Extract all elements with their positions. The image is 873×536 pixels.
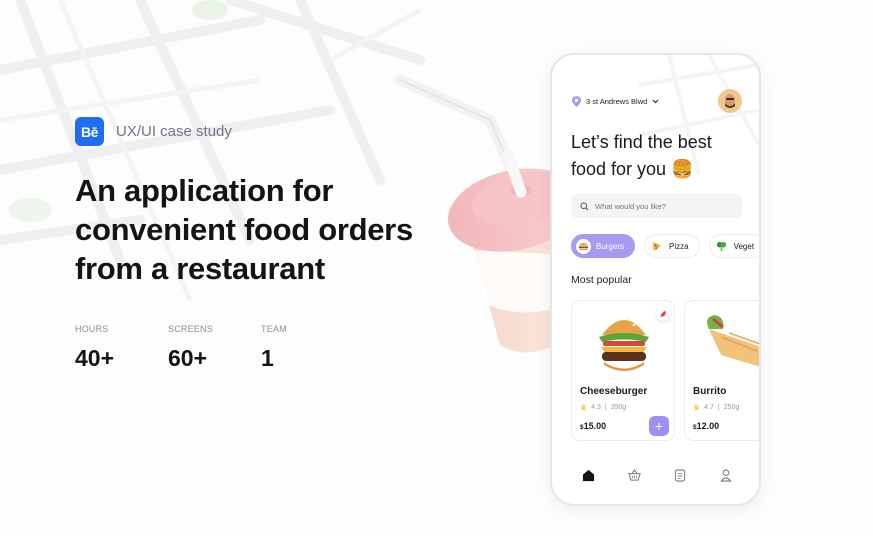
food-card-cheeseburger[interactable]: Cheeseburger ♛ 4.3 | 390g $15.00 +	[571, 300, 675, 441]
chip-label: Veget	[733, 241, 755, 251]
avatar[interactable]	[718, 89, 742, 113]
chip-label: Burgers	[596, 241, 625, 251]
stat-value: 60+	[168, 345, 208, 371]
burrito-image	[707, 315, 759, 367]
location-pin-icon	[572, 96, 581, 107]
stat-value: 1	[261, 345, 274, 371]
stat-label: HOURS	[75, 324, 109, 334]
meta-divider: |	[604, 404, 607, 411]
food-name: Cheeseburger	[580, 386, 648, 397]
nav-orders[interactable]	[672, 467, 688, 483]
phone-mockup: 3 st Andrews Blwd Let’s find the best fo…	[550, 53, 761, 506]
crown-icon: ♛	[693, 403, 701, 412]
stat-hours: HOURS 40+	[75, 324, 168, 372]
plus-icon: +	[654, 418, 664, 434]
food-price: $15.00	[580, 421, 606, 431]
chip-pizza[interactable]: Pizza	[644, 234, 700, 258]
search-icon	[580, 201, 589, 210]
location-label: 3 st Andrews Blwd	[586, 97, 648, 106]
food-name: Burrito	[693, 386, 727, 397]
user-avatar-icon	[718, 89, 742, 113]
burger-icon	[576, 238, 591, 254]
food-card-burrito[interactable]: Burrito ♛ 4.7 | 250g $12.00	[684, 300, 759, 441]
search-input[interactable]	[595, 201, 725, 211]
price-value: 15.00	[583, 421, 607, 431]
greeting-line-2: food for you 🍔	[571, 159, 694, 179]
section-title: Most popular	[571, 274, 632, 286]
stat-screens: SCREENS 60+	[168, 324, 261, 372]
chip-vegetables[interactable]: Veget	[708, 234, 759, 258]
orders-icon	[675, 468, 686, 482]
nav-basket[interactable]	[627, 467, 643, 483]
bottom-nav	[552, 460, 759, 490]
food-rating: 4.3	[591, 404, 601, 411]
search-bar[interactable]	[571, 194, 742, 218]
chip-burgers[interactable]: Burgers	[571, 234, 636, 258]
stat-team: TEAM 1	[261, 324, 354, 372]
profile-icon	[720, 468, 732, 482]
chevron-down-icon	[652, 99, 659, 104]
meta-divider: |	[717, 404, 720, 411]
basket-icon	[628, 468, 641, 481]
category-chips: Burgers Pizza Veget	[571, 234, 759, 258]
nav-home[interactable]	[581, 467, 597, 483]
app-greeting-title: Let’s find the best food for you 🍔	[571, 129, 712, 183]
crown-icon: ♛	[580, 403, 588, 412]
stat-label: TEAM	[261, 324, 287, 334]
stat-label: SCREENS	[168, 324, 213, 334]
stat-value: 40+	[75, 345, 115, 371]
food-meta: ♛ 4.7 | 250g	[693, 403, 739, 412]
presentation-slide: Bē UX/UI case study An application for c…	[0, 0, 873, 536]
greeting-line-1: Let’s find the best	[571, 132, 712, 152]
favorite-icon[interactable]	[656, 307, 670, 321]
case-study-label: UX/UI case study	[116, 123, 232, 140]
food-weight: 250g	[723, 404, 740, 411]
chip-label: Pizza	[669, 241, 689, 251]
cheeseburger-image	[599, 318, 649, 371]
location-selector[interactable]: 3 st Andrews Blwd	[572, 96, 659, 107]
price-value: 12.00	[696, 421, 720, 431]
drink-cup-illustration	[395, 74, 575, 353]
nav-profile[interactable]	[718, 467, 734, 483]
pizza-icon	[649, 238, 665, 254]
food-price: $12.00	[693, 421, 719, 431]
food-rating: 4.7	[704, 404, 714, 411]
behance-logo: Bē	[75, 117, 104, 146]
broccoli-icon	[713, 238, 729, 254]
food-weight: 390g	[610, 404, 627, 411]
add-to-cart-button[interactable]: +	[649, 416, 669, 436]
food-meta: ♛ 4.3 | 390g	[580, 403, 626, 412]
home-icon	[583, 469, 595, 481]
